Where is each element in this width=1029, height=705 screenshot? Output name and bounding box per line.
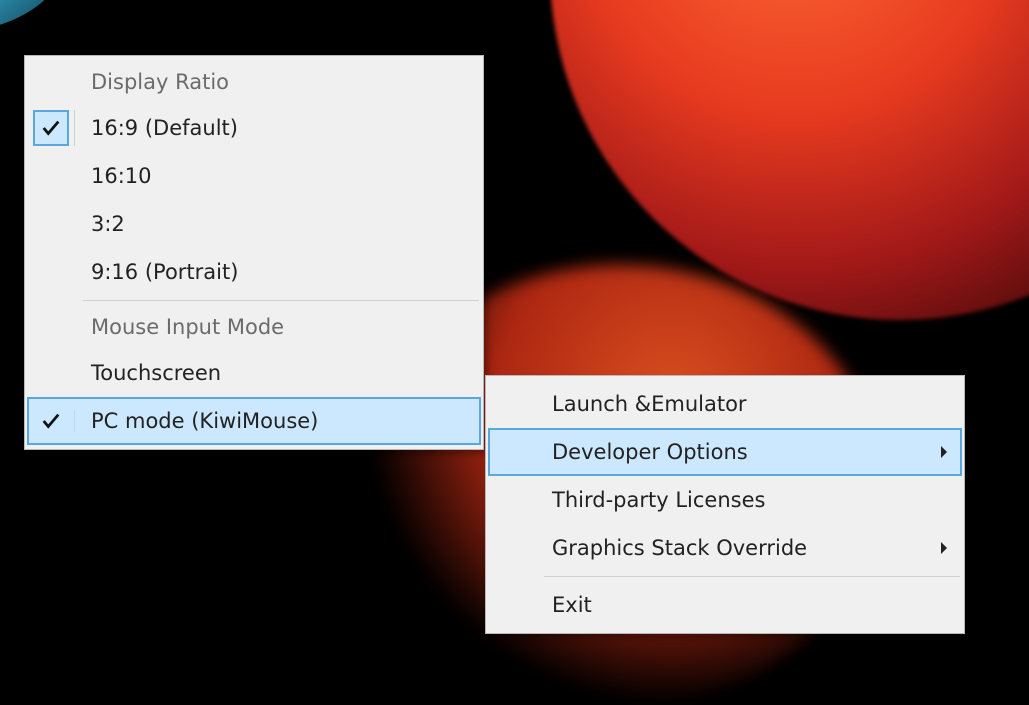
developer-options-submenu: Display Ratio 16:9 (Default) 16:10 3:2 9…: [24, 55, 484, 450]
menu-item-label: Launch &Emulator: [536, 392, 926, 416]
submenu-arrow-icon: [939, 445, 949, 459]
menu-item-label: PC mode (KiwiMouse): [75, 409, 481, 433]
submenu-arrow-icon: [939, 541, 949, 555]
menu-divider: [544, 576, 960, 577]
menu-item-ratio-16-10[interactable]: 16:10: [27, 152, 481, 200]
checkmark-icon: [40, 410, 62, 432]
wallpaper-accent-teal: [0, 0, 75, 30]
menu-item-label: 16:10: [75, 164, 481, 188]
menu-item-label: Developer Options: [536, 440, 926, 464]
menu-item-ratio-3-2[interactable]: 3:2: [27, 200, 481, 248]
menu-item-label: 9:16 (Portrait): [75, 260, 481, 284]
menu-item-mouse-touchscreen[interactable]: Touchscreen: [27, 349, 481, 397]
menu-item-label: 3:2: [75, 212, 481, 236]
menu-item-label: Touchscreen: [75, 361, 481, 385]
section-header-mouse-input: Mouse Input Mode: [27, 305, 481, 349]
menu-item-exit[interactable]: Exit: [488, 581, 962, 629]
menu-item-label: 16:9 (Default): [75, 116, 481, 140]
menu-item-launch-emulator[interactable]: Launch &Emulator: [488, 380, 962, 428]
menu-divider: [83, 300, 479, 301]
menu-item-label: Graphics Stack Override: [536, 536, 926, 560]
menu-item-mouse-pc-mode[interactable]: PC mode (KiwiMouse): [27, 397, 481, 445]
menu-item-graphics-stack-override[interactable]: Graphics Stack Override: [488, 524, 962, 572]
main-context-menu: Launch &Emulator Developer Options Third…: [485, 375, 965, 634]
section-header-label: Mouse Input Mode: [75, 315, 481, 339]
menu-item-label: Exit: [536, 593, 926, 617]
menu-item-third-party-licenses[interactable]: Third-party Licenses: [488, 476, 962, 524]
checkmark-icon: [40, 117, 62, 139]
menu-item-developer-options[interactable]: Developer Options: [488, 428, 962, 476]
menu-item-ratio-9-16-portrait[interactable]: 9:16 (Portrait): [27, 248, 481, 296]
section-header-label: Display Ratio: [75, 70, 481, 94]
checked-indicator: [33, 110, 69, 146]
menu-item-label: Third-party Licenses: [536, 488, 926, 512]
section-header-display-ratio: Display Ratio: [27, 60, 481, 104]
menu-item-ratio-16-9[interactable]: 16:9 (Default): [27, 104, 481, 152]
